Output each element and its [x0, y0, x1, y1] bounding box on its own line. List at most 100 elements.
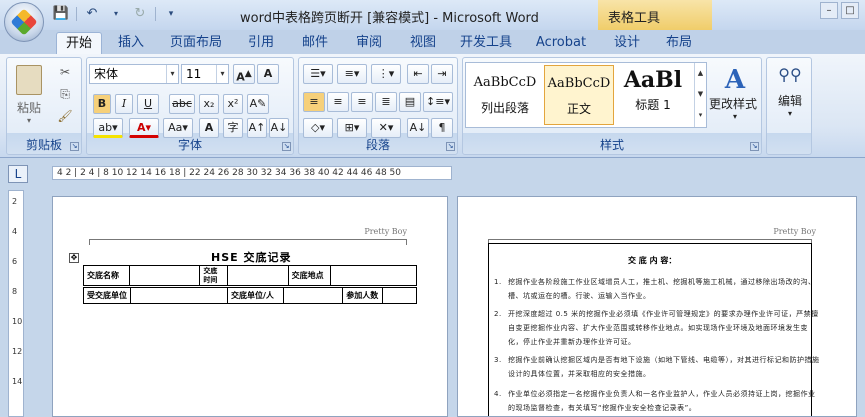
line-spacing-button[interactable]: ↕≡▾	[423, 92, 453, 112]
multilevel-list-button[interactable]: ⋮▾	[371, 64, 401, 84]
gallery-scroll[interactable]: ▲ ▼ ▾	[694, 63, 706, 127]
hse-table-row2[interactable]: 受交底单位 交底单位/人 参加人数	[83, 287, 417, 304]
tab-selector-button[interactable]: L	[8, 165, 28, 183]
borders-button[interactable]: ⊞▾	[337, 118, 367, 138]
horizontal-ruler[interactable]: 4 2 | 2 4 | 8 10 12 14 16 18 | 22 24 26 …	[52, 166, 452, 180]
change-styles-button[interactable]: A 更改样式 ▾	[709, 64, 761, 128]
tab-references[interactable]: 引用	[238, 32, 284, 54]
font-color-button[interactable]: A▾	[129, 118, 159, 138]
paste-icon	[16, 65, 42, 95]
table-move-handle-icon[interactable]: ✥	[69, 253, 79, 263]
tab-layout[interactable]: 布局	[656, 32, 702, 54]
vertical-ruler[interactable]: 2 4 6 8 10 12 14	[8, 190, 24, 417]
clear-formatting-button[interactable]: A✎	[247, 94, 269, 114]
header-text: Pretty Boy	[773, 227, 816, 236]
align-right-button[interactable]: ≡	[351, 92, 373, 112]
undo-dropdown-icon[interactable]: ▾	[107, 5, 125, 23]
style-heading-1[interactable]: AaBl 标题 1	[618, 65, 688, 125]
paste-button[interactable]: 粘贴 ▾	[11, 62, 47, 125]
align-left-button[interactable]: ≡	[303, 92, 325, 112]
qat-separator	[76, 7, 77, 21]
italic-button[interactable]: I	[115, 94, 133, 114]
table-cell[interactable]	[129, 265, 201, 286]
vruler-tick: 2	[12, 197, 18, 206]
sort-button[interactable]: A↓	[407, 118, 429, 138]
tab-home[interactable]: 开始	[56, 32, 102, 54]
character-shading-button[interactable]: A	[199, 118, 219, 138]
document-page-1[interactable]: Pretty Boy ✥ HSE 交底记录 交底名称 交底 时间 交底地点 受交…	[52, 196, 448, 417]
table-cell[interactable]	[130, 287, 228, 304]
copy-icon[interactable]: ⎘	[55, 86, 75, 104]
strikethrough-button[interactable]: abc	[169, 94, 195, 114]
increase-indent-button[interactable]: ⇥	[431, 64, 453, 84]
window-title: word中表格跨页断开 [兼容模式] - Microsoft Word	[240, 11, 539, 26]
dialog-launcher-icon[interactable]: ↘	[70, 142, 79, 151]
tab-acrobat[interactable]: Acrobat	[528, 32, 594, 54]
table-cell[interactable]: 交底 时间	[199, 265, 229, 286]
highlight-button[interactable]: ab▾	[93, 118, 123, 138]
binoculars-icon: ⚲⚲	[778, 65, 802, 84]
table-cell[interactable]: 交底单位/人	[226, 287, 284, 304]
maximize-button[interactable]: □	[841, 2, 859, 19]
office-button[interactable]	[4, 2, 44, 42]
numbering-button[interactable]: ≡▾	[337, 64, 367, 84]
enclosed-characters-button[interactable]: 字	[223, 118, 243, 138]
table-cell[interactable]: 受交底单位	[83, 287, 131, 304]
redo-icon[interactable]: ↻	[131, 5, 149, 23]
bullets-button[interactable]: ☰▾	[303, 64, 333, 84]
change-case-button[interactable]: Aa▾	[163, 118, 193, 138]
save-icon[interactable]: 💾	[52, 5, 70, 23]
tab-design[interactable]: 设计	[604, 32, 650, 54]
subscript-button[interactable]: x₂	[199, 94, 219, 114]
style-list-paragraph[interactable]: AaBbCcD 列出段落	[470, 65, 540, 125]
grow-font-size-button[interactable]: A↑	[247, 118, 267, 138]
editing-label: 编辑	[777, 94, 802, 108]
table-cell[interactable]	[227, 265, 289, 286]
header-text: Pretty Boy	[364, 227, 407, 236]
asian-layout-button[interactable]: ✕▾	[371, 118, 401, 138]
document-page-2[interactable]: Pretty Boy 交 底 内 容： 1. 挖掘作业各阶段施工作业区域增员人工…	[457, 196, 857, 417]
shrink-font-size-button[interactable]: A↓	[269, 118, 289, 138]
cut-icon[interactable]: ✂	[55, 64, 75, 82]
shrink-font-button[interactable]: A	[257, 64, 279, 84]
table-cell[interactable]	[329, 265, 418, 286]
table-cell[interactable]	[382, 287, 417, 304]
editing-button[interactable]: ⚲⚲ 编辑 ▾	[771, 64, 809, 134]
table-cell[interactable]: 参加人数	[342, 287, 384, 304]
table-cell[interactable]	[282, 287, 344, 304]
style-normal[interactable]: AaBbCcD 正文	[544, 65, 614, 125]
font-size-select[interactable]: 11 ▾	[181, 64, 229, 84]
item-number: 1.	[494, 278, 502, 286]
dialog-launcher-icon[interactable]: ↘	[750, 142, 759, 151]
tab-insert[interactable]: 插入	[108, 32, 154, 54]
clipboard-group: 粘贴 ▾ ✂ ⎘ 🖌 剪贴板 ↘	[6, 57, 82, 155]
format-painter-icon[interactable]: 🖌	[55, 108, 75, 126]
minimize-button[interactable]: –	[820, 2, 838, 19]
tab-page-layout[interactable]: 页面布局	[164, 32, 228, 54]
paragraph-group-label: 段落	[365, 138, 390, 152]
superscript-button[interactable]: x²	[223, 94, 243, 114]
quick-access-toolbar: 💾 ↶ ▾ ↻ ▾	[52, 5, 180, 23]
table-cell[interactable]: 交底名称	[82, 265, 131, 286]
tab-mailings[interactable]: 邮件	[292, 32, 338, 54]
bold-button[interactable]: B	[93, 94, 111, 114]
show-marks-button[interactable]: ¶	[431, 118, 453, 138]
decrease-indent-button[interactable]: ⇤	[407, 64, 429, 84]
font-family-select[interactable]: 宋体 ▾	[89, 64, 179, 84]
undo-icon[interactable]: ↶	[83, 5, 101, 23]
align-center-button[interactable]: ≡	[327, 92, 349, 112]
tab-developer[interactable]: 开发工具	[452, 32, 520, 54]
underline-button[interactable]: U	[137, 94, 159, 114]
tab-view[interactable]: 视图	[400, 32, 446, 54]
customize-qat-icon[interactable]: ▾	[162, 5, 180, 23]
table-cell[interactable]: 交底地点	[287, 265, 331, 286]
dialog-launcher-icon[interactable]: ↘	[446, 142, 455, 151]
tab-review[interactable]: 审阅	[346, 32, 392, 54]
grow-font-button[interactable]: A▲	[233, 64, 255, 84]
dialog-launcher-icon[interactable]: ↘	[282, 142, 291, 151]
distributed-button[interactable]: ▤	[399, 92, 421, 112]
justify-button[interactable]: ≣	[375, 92, 397, 112]
shading-button[interactable]: ◇▾	[303, 118, 333, 138]
item-text: 作业单位必须指定一名挖掘作业负责人和一名作业监护人，作业人员必须持证上岗，挖掘作…	[508, 390, 816, 412]
hse-table[interactable]: 交底名称 交底 时间 交底地点	[82, 265, 418, 286]
